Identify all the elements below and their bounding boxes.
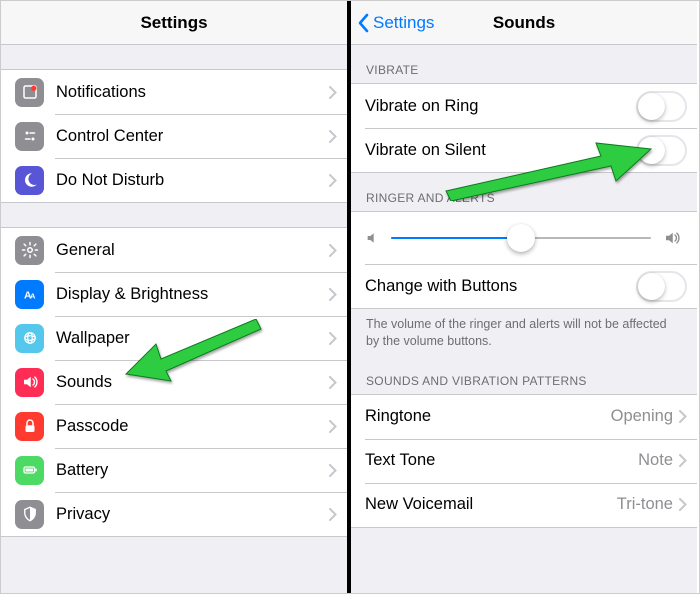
patterns-group: Ringtone Opening Text Tone Note New Voic… <box>351 394 697 528</box>
row-control-center[interactable]: Control Center <box>1 114 347 158</box>
toggle-vibrate-on-ring[interactable] <box>636 91 687 122</box>
row-label: Ringtone <box>365 407 431 426</box>
row-wallpaper[interactable]: Wallpaper <box>1 316 347 360</box>
row-detail: Note <box>638 451 673 470</box>
row-text-tone[interactable]: Text Tone Note <box>351 439 697 483</box>
row-do-not-disturb[interactable]: Do Not Disturb <box>1 158 347 202</box>
row-label: Privacy <box>56 505 110 524</box>
navbar-right: Settings Sounds <box>351 1 697 45</box>
svg-text:A: A <box>30 292 36 301</box>
row-general[interactable]: General <box>1 228 347 272</box>
notifications-icon <box>15 78 44 107</box>
row-change-with-buttons[interactable]: Change with Buttons <box>351 264 697 308</box>
navbar-left: Settings <box>1 1 347 45</box>
back-label: Settings <box>373 13 434 33</box>
row-new-voicemail[interactable]: New Voicemail Tri-tone <box>351 483 697 527</box>
row-label: Sounds <box>56 373 112 392</box>
vibrate-group: Vibrate on Ring Vibrate on Silent <box>351 83 697 173</box>
row-vibrate-on-ring[interactable]: Vibrate on Ring <box>351 84 697 128</box>
sounds-icon <box>15 368 44 397</box>
row-notifications[interactable]: Notifications <box>1 70 347 114</box>
settings-group-2: General AA Display & Brightness Wallpape… <box>1 227 347 537</box>
general-icon <box>15 236 44 265</box>
ringer-footer: The volume of the ringer and alerts will… <box>351 309 697 356</box>
battery-icon <box>15 456 44 485</box>
volume-low-icon <box>365 230 381 246</box>
dnd-icon <box>15 166 44 195</box>
row-sounds[interactable]: Sounds <box>1 360 347 404</box>
row-label: Wallpaper <box>56 329 130 348</box>
settings-group-1: Notifications Control Center Do Not Dist… <box>1 69 347 203</box>
row-label: Vibrate on Ring <box>365 97 478 116</box>
section-header-vibrate: VIBRATE <box>351 45 697 83</box>
slider-thumb[interactable] <box>507 224 535 252</box>
row-vibrate-on-silent[interactable]: Vibrate on Silent <box>351 128 697 172</box>
chevron-icon <box>329 376 337 389</box>
passcode-icon <box>15 412 44 441</box>
control-center-icon <box>15 122 44 151</box>
page-title: Settings <box>1 13 347 33</box>
chevron-icon <box>329 420 337 433</box>
row-passcode[interactable]: Passcode <box>1 404 347 448</box>
row-label: Do Not Disturb <box>56 171 164 190</box>
row-detail: Tri-tone <box>617 495 673 514</box>
chevron-icon <box>679 410 687 423</box>
toggle-change-with-buttons[interactable] <box>636 271 687 302</box>
sounds-pane: Settings Sounds VIBRATE Vibrate on Ring … <box>351 1 697 593</box>
chevron-icon <box>329 288 337 301</box>
row-label: Vibrate on Silent <box>365 141 486 160</box>
section-header-ringer: RINGER AND ALERTS <box>351 173 697 211</box>
chevron-icon <box>329 508 337 521</box>
chevron-icon <box>329 174 337 187</box>
row-label: Display & Brightness <box>56 285 208 304</box>
toggle-vibrate-on-silent[interactable] <box>636 135 687 166</box>
row-privacy[interactable]: Privacy <box>1 492 347 536</box>
row-label: Battery <box>56 461 108 480</box>
volume-slider[interactable] <box>391 224 651 252</box>
row-label: Text Tone <box>365 451 435 470</box>
row-label: General <box>56 241 115 260</box>
chevron-icon <box>329 86 337 99</box>
display-icon: AA <box>15 280 44 309</box>
settings-root-pane: Settings Notifications Control Center <box>1 1 351 593</box>
ringer-group: Change with Buttons <box>351 211 697 309</box>
row-label: Control Center <box>56 127 163 146</box>
row-battery[interactable]: Battery <box>1 448 347 492</box>
row-label: Passcode <box>56 417 128 436</box>
row-ringtone[interactable]: Ringtone Opening <box>351 395 697 439</box>
row-detail: Opening <box>611 407 673 426</box>
row-label: New Voicemail <box>365 495 473 514</box>
row-ringer-volume[interactable] <box>351 212 697 264</box>
wallpaper-icon <box>15 324 44 353</box>
chevron-icon <box>329 130 337 143</box>
chevron-icon <box>329 332 337 345</box>
chevron-icon <box>329 244 337 257</box>
chevron-icon <box>679 498 687 511</box>
chevron-icon <box>679 454 687 467</box>
section-header-patterns: SOUNDS AND VIBRATION PATTERNS <box>351 356 697 394</box>
volume-high-icon <box>661 229 683 247</box>
back-button[interactable]: Settings <box>351 13 434 33</box>
privacy-icon <box>15 500 44 529</box>
chevron-icon <box>329 464 337 477</box>
row-label: Notifications <box>56 83 146 102</box>
row-label: Change with Buttons <box>365 277 517 296</box>
row-display-brightness[interactable]: AA Display & Brightness <box>1 272 347 316</box>
